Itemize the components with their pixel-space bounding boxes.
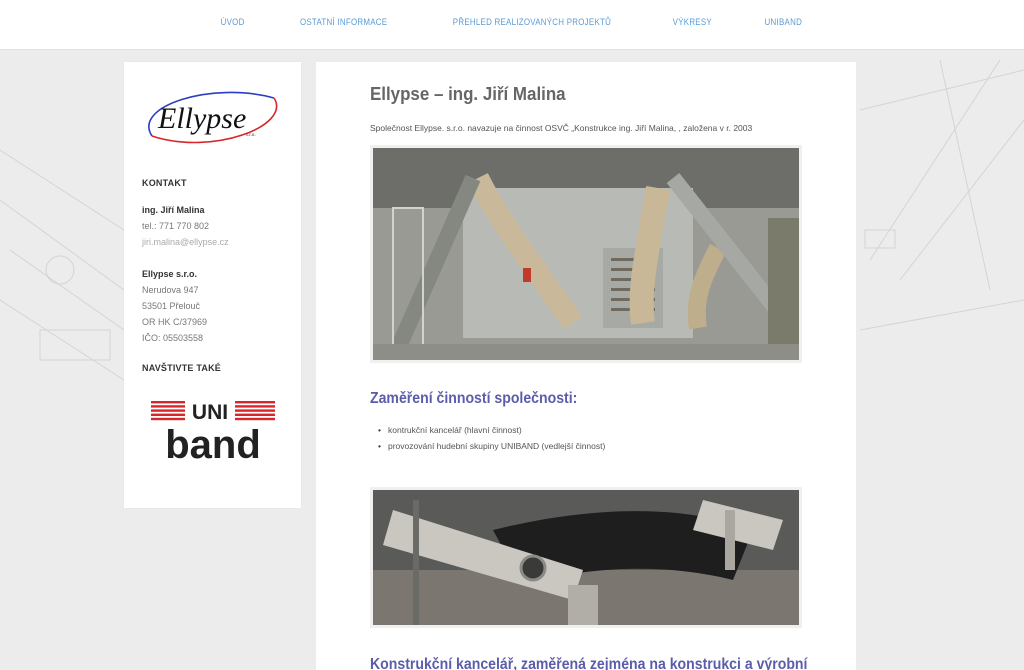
nav-item-ostatni-informace[interactable]: OSTATNÍ INFORMACE: [279, 17, 409, 27]
nav-item-vykresy[interactable]: VÝKRESY: [651, 17, 733, 27]
logo-text: Ellypse: [157, 102, 246, 135]
contact-name: ing. Jiří Malina: [142, 205, 205, 215]
logo-subtext: s.r.o.: [246, 133, 256, 138]
list-item: provozování hudební skupiny UNIBAND (ved…: [378, 438, 605, 454]
conveyor-photo: [370, 487, 802, 628]
ellypse-logo[interactable]: Ellypse s.r.o.: [142, 76, 282, 156]
contact-phone: tel.: 771 770 802: [142, 221, 210, 231]
nav-item-uvod[interactable]: ÚVOD: [200, 17, 266, 27]
section-heading-focus: Zaměření činností společnosti:: [370, 390, 578, 407]
company-name: Ellypse s.r.o.: [142, 269, 198, 279]
nav-item-prehled-projektu[interactable]: PŘEHLED REALIZOVANÝCH PROJEKTŮ: [431, 17, 632, 27]
section-heading-office: Konstrukční kancelář, zaměřená zejména n…: [370, 656, 808, 670]
list-item: kontrukční kancelář (hlavní činnost): [378, 422, 605, 438]
company-street: Nerudova 947: [142, 285, 199, 295]
visit-heading: NAVŠTIVTE TAKÉ: [142, 363, 221, 373]
contact-heading: KONTAKT: [142, 178, 187, 188]
activities-list: kontrukční kancelář (hlavní činnost) pro…: [378, 422, 605, 454]
intro-text: Společnost Ellypse. s.r.o. navazuje na č…: [370, 123, 753, 133]
company-city: 53501 Přelouč: [142, 301, 201, 311]
machinery-photo: [370, 145, 802, 363]
company-ico: IČO: 05503558: [142, 333, 204, 343]
uniband-logo-link[interactable]: UNI band: [151, 400, 275, 462]
top-navigation-bar: ÚVOD OSTATNÍ INFORMACE PŘEHLED REALIZOVA…: [0, 0, 1024, 50]
nav-item-uniband[interactable]: UNIBAND: [744, 17, 824, 27]
uniband-top-text: UNI: [192, 401, 228, 424]
uniband-bottom-text: band: [165, 423, 261, 462]
sidebar: Ellypse s.r.o. KONTAKT ing. Jiří Malina …: [124, 62, 301, 508]
company-register: OR HK C/37969: [142, 317, 208, 327]
contact-email-link[interactable]: jiri.malina@ellypse.cz: [142, 234, 229, 250]
page-title: Ellypse – ing. Jiří Malina: [370, 84, 566, 104]
main-content: Ellypse – ing. Jiří Malina Společnost El…: [316, 62, 856, 670]
main-menu: ÚVOD OSTATNÍ INFORMACE PŘEHLED REALIZOVA…: [0, 17, 1024, 27]
